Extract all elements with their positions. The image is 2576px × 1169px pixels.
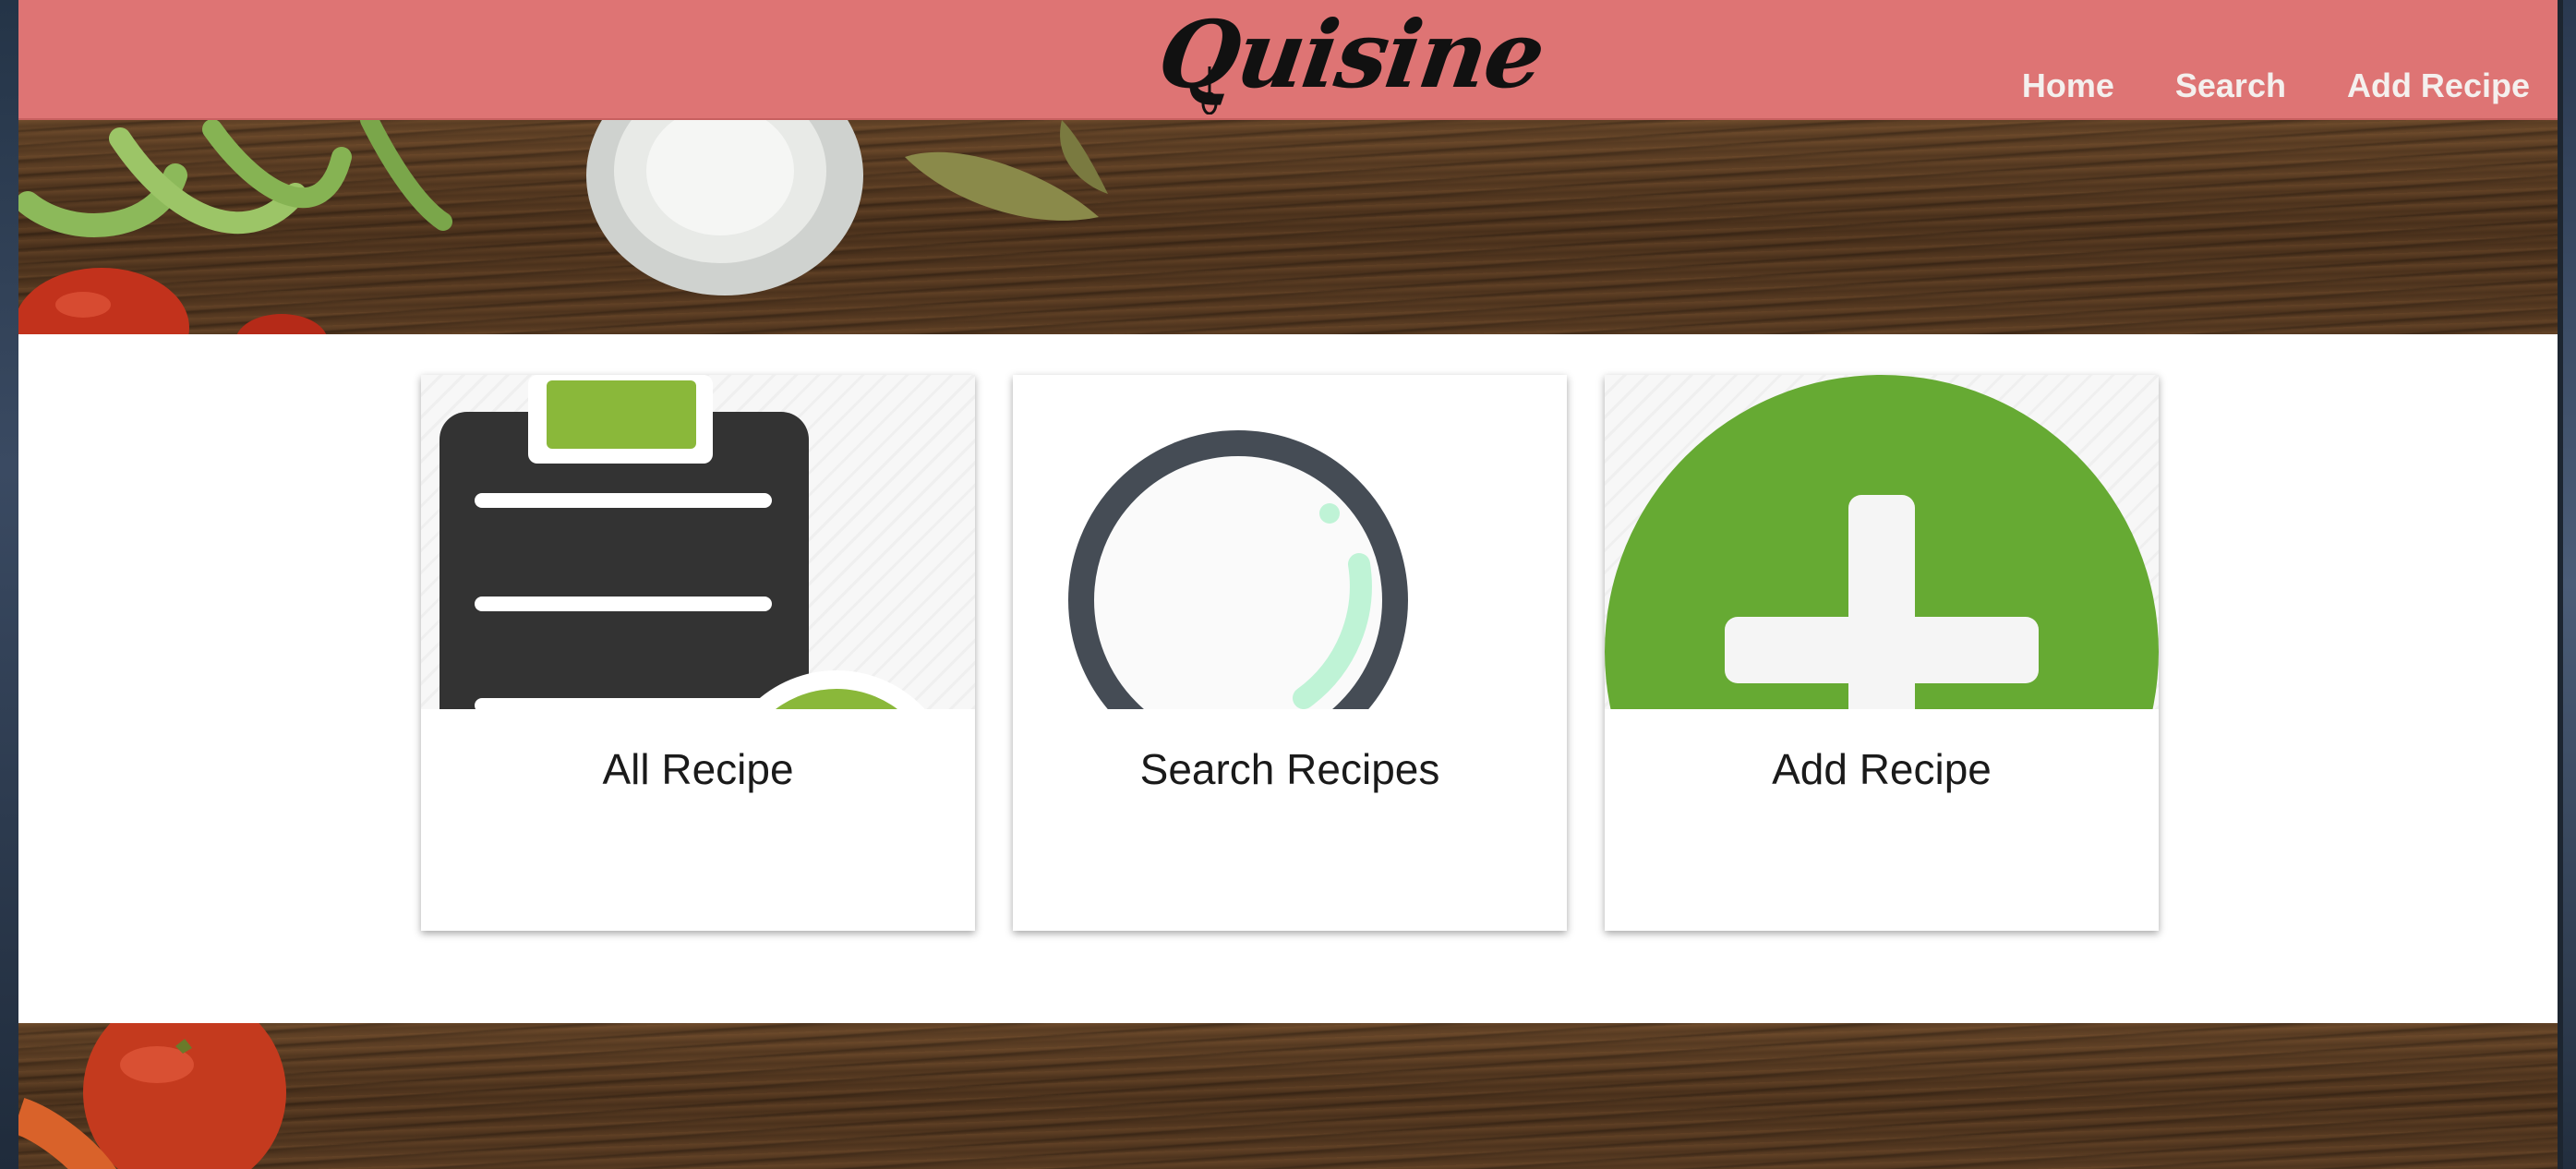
- hero-food-decoration: [18, 120, 1108, 334]
- footer-banner-image: [18, 1023, 2558, 1169]
- card-add-recipe-image: [1605, 375, 2159, 709]
- card-search-recipes[interactable]: Search Recipes: [1013, 375, 1567, 931]
- card-all-recipe[interactable]: All Recipe: [421, 375, 975, 931]
- card-all-recipe-title: All Recipe: [602, 745, 794, 793]
- magnifier-icon: [1068, 430, 1408, 709]
- footer-food-decoration: [18, 1023, 286, 1169]
- card-add-recipe-title: Add Recipe: [1772, 745, 1992, 793]
- site-logo[interactable]: Quisine: [1152, 0, 1550, 114]
- main-nav: Home Search Add Recipe: [2022, 66, 2530, 105]
- card-add-recipe[interactable]: Add Recipe: [1605, 375, 2159, 931]
- hero-banner-image: [18, 120, 2558, 334]
- clipboard-list-icon: [439, 375, 925, 709]
- nav-add-recipe-link[interactable]: Add Recipe: [2347, 66, 2530, 105]
- desktop-background-left: [0, 0, 18, 1169]
- browser-page: Quisine Home Search Add Recipe All Recip…: [18, 0, 2558, 1169]
- plus-circle-icon: [1605, 375, 2159, 709]
- card-search-recipes-image: [1013, 375, 1567, 709]
- nav-search-link[interactable]: Search: [2175, 66, 2286, 105]
- site-header: Quisine Home Search Add Recipe: [18, 0, 2558, 120]
- desktop-background-right: [2563, 0, 2576, 1169]
- card-search-recipes-title: Search Recipes: [1139, 745, 1440, 793]
- card-all-recipe-image: [421, 375, 975, 709]
- whisk-icon: [1201, 66, 1218, 114]
- nav-home-link[interactable]: Home: [2022, 66, 2114, 105]
